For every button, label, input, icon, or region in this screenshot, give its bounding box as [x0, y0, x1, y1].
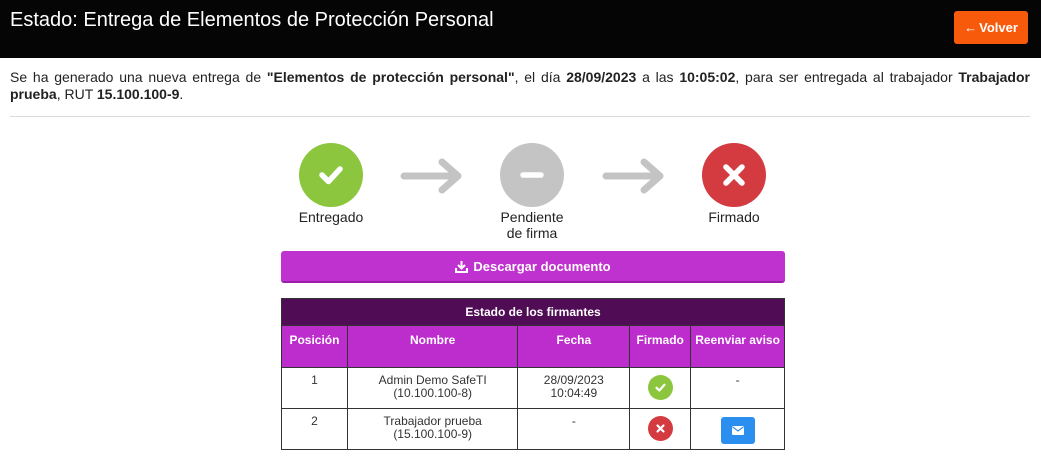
cell-signed [629, 367, 692, 409]
step-signed: Firmado [674, 143, 794, 225]
check-icon [647, 375, 673, 400]
summary-text: a las [636, 69, 680, 85]
cell-resend: - [690, 367, 785, 409]
cell-position: 1 [281, 367, 348, 409]
column-header-signed: Firmado [629, 325, 692, 368]
page-title: Estado: Entrega de Elementos de Protecci… [10, 9, 494, 31]
check-icon [299, 143, 363, 207]
table-row: 1 Admin Demo SafeTI (10.100.100-8) 28/09/… [281, 367, 785, 409]
download-button-label: Descargar documento [473, 258, 611, 274]
signed-time: 10:04:49 [550, 386, 598, 400]
summary-date: 28/09/2023 [566, 69, 637, 85]
summary-text: , para ser entregada al trabajador [735, 69, 959, 85]
resend-notice-button[interactable] [720, 417, 755, 444]
close-icon [702, 143, 766, 207]
cell-signed [629, 408, 692, 450]
cell-name: Admin Demo SafeTI (10.100.100-8) [346, 367, 519, 409]
divider [10, 116, 1030, 117]
back-button-label: Volver [979, 20, 1018, 35]
summary-text: , RUT [56, 86, 97, 102]
column-header-resend: Reenviar aviso [690, 325, 785, 368]
summary-time: 10:05:02 [679, 69, 736, 85]
cell-resend [690, 408, 785, 450]
signers-table: Estado de los firmantes Posición Nombre … [281, 298, 785, 450]
table-caption-row: Estado de los firmantes [281, 298, 785, 326]
signer-rut: (15.100.100-9) [393, 427, 473, 441]
summary-text: , el día [514, 69, 567, 85]
column-header-position: Posición [281, 325, 348, 368]
cell-date: 28/09/2023 10:04:49 [517, 367, 631, 409]
summary-text: Se ha generado una nueva entrega de [10, 69, 267, 85]
arrow-right-icon [602, 158, 664, 194]
column-header-name: Nombre [346, 325, 519, 368]
table-caption: Estado de los firmantes [281, 298, 785, 326]
download-icon [455, 260, 469, 273]
top-bar: Estado: Entrega de Elementos de Protecci… [0, 0, 1041, 58]
table-header-row: Posición Nombre Fecha Firmado Reenviar a… [281, 325, 785, 368]
column-header-date: Fecha [517, 325, 631, 368]
arrow-left-icon: ← [964, 20, 978, 35]
signer-rut: (10.100.100-8) [393, 386, 473, 400]
download-document-button[interactable]: Descargar documento [281, 251, 785, 283]
arrow-right-icon [400, 158, 462, 194]
cell-position: 2 [281, 408, 348, 450]
step-label: Entregado [298, 209, 364, 225]
envelope-icon [731, 426, 744, 435]
summary-text: . [179, 86, 184, 102]
step-label: Pendiente de firma [500, 209, 564, 241]
delivery-summary: Se ha generado una nueva entrega de "Ele… [10, 69, 1030, 103]
step-delivered: Entregado [271, 143, 391, 225]
table-row: 2 Trabajador prueba (15.100.100-9) - [281, 408, 785, 450]
back-button[interactable]: ← Volver [954, 11, 1028, 44]
close-icon [647, 416, 673, 441]
step-label: Firmado [708, 209, 760, 225]
minus-icon [500, 143, 564, 207]
summary-item: "Elementos de protección personal" [266, 69, 515, 85]
step-pending-signature: Pendiente de firma [472, 143, 592, 241]
summary-rut: 15.100.100-9 [96, 86, 180, 102]
cell-date: - [517, 408, 631, 450]
cell-name: Trabajador prueba (15.100.100-9) [346, 408, 519, 450]
